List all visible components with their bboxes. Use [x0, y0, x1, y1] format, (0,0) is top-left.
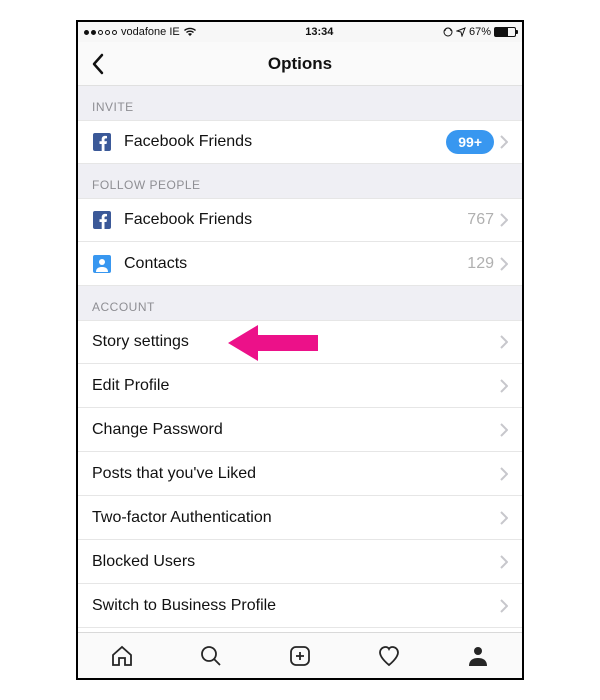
- nav-bar: Options: [78, 42, 522, 86]
- signal-dots-icon: [84, 30, 117, 35]
- tab-home[interactable]: [108, 642, 136, 670]
- row-label: Two-factor Authentication: [92, 509, 500, 527]
- contacts-icon: [92, 254, 112, 274]
- row-label: Facebook Friends: [124, 133, 446, 151]
- row-edit-profile[interactable]: Edit Profile: [78, 364, 522, 408]
- row-label: Posts that you've Liked: [92, 465, 500, 483]
- tab-profile[interactable]: [464, 642, 492, 670]
- facebook-icon: [92, 132, 112, 152]
- section-header-follow: FOLLOW PEOPLE: [78, 164, 522, 198]
- home-icon: [110, 644, 134, 668]
- chevron-right-icon: [500, 257, 508, 271]
- row-private-account[interactable]: Private Account: [78, 628, 522, 632]
- do-not-disturb-icon: [443, 27, 453, 37]
- location-icon: [456, 27, 466, 37]
- row-label: Blocked Users: [92, 553, 500, 571]
- row-label: Switch to Business Profile: [92, 597, 500, 615]
- chevron-right-icon: [500, 213, 508, 227]
- page-title: Options: [268, 54, 332, 74]
- profile-icon: [466, 644, 490, 668]
- tab-bar: [78, 632, 522, 678]
- wifi-icon: [184, 27, 196, 37]
- row-invite-facebook-friends[interactable]: Facebook Friends 99+: [78, 120, 522, 164]
- count-badge: 99+: [446, 130, 494, 154]
- tab-search[interactable]: [197, 642, 225, 670]
- phone-frame: vodafone IE 13:34 67% Options INVITE Fac…: [76, 20, 524, 680]
- chevron-right-icon: [500, 135, 508, 149]
- row-label: Contacts: [124, 255, 467, 273]
- battery-icon: [494, 27, 516, 37]
- chevron-right-icon: [500, 467, 508, 481]
- status-bar: vodafone IE 13:34 67%: [78, 22, 522, 42]
- row-label: Edit Profile: [92, 377, 500, 395]
- row-liked-posts[interactable]: Posts that you've Liked: [78, 452, 522, 496]
- row-label: Story settings: [92, 333, 500, 351]
- facebook-icon: [92, 210, 112, 230]
- chevron-right-icon: [500, 335, 508, 349]
- search-icon: [199, 644, 223, 668]
- row-follow-contacts[interactable]: Contacts 129: [78, 242, 522, 286]
- section-header-invite: INVITE: [78, 86, 522, 120]
- chevron-right-icon: [500, 555, 508, 569]
- tab-activity[interactable]: [375, 642, 403, 670]
- chevron-right-icon: [500, 511, 508, 525]
- row-blocked-users[interactable]: Blocked Users: [78, 540, 522, 584]
- chevron-left-icon: [91, 53, 105, 75]
- row-two-factor[interactable]: Two-factor Authentication: [78, 496, 522, 540]
- row-count: 129: [467, 255, 494, 273]
- row-label: Change Password: [92, 421, 500, 439]
- row-story-settings[interactable]: Story settings: [78, 320, 522, 364]
- chevron-right-icon: [500, 379, 508, 393]
- row-follow-facebook-friends[interactable]: Facebook Friends 767: [78, 198, 522, 242]
- heart-icon: [377, 644, 401, 668]
- row-label: Facebook Friends: [124, 211, 467, 229]
- carrier-label: vodafone IE: [121, 26, 180, 38]
- row-change-password[interactable]: Change Password: [78, 408, 522, 452]
- chevron-right-icon: [500, 599, 508, 613]
- content-scroll[interactable]: INVITE Facebook Friends 99+ FOLLOW PEOPL…: [78, 86, 522, 632]
- chevron-right-icon: [500, 423, 508, 437]
- tab-new-post[interactable]: [286, 642, 314, 670]
- clock-label: 13:34: [305, 26, 333, 38]
- section-header-account: ACCOUNT: [78, 286, 522, 320]
- row-count: 767: [467, 211, 494, 229]
- row-switch-business[interactable]: Switch to Business Profile: [78, 584, 522, 628]
- plus-square-icon: [288, 644, 312, 668]
- battery-pct-label: 67%: [469, 26, 491, 38]
- back-button[interactable]: [86, 52, 110, 76]
